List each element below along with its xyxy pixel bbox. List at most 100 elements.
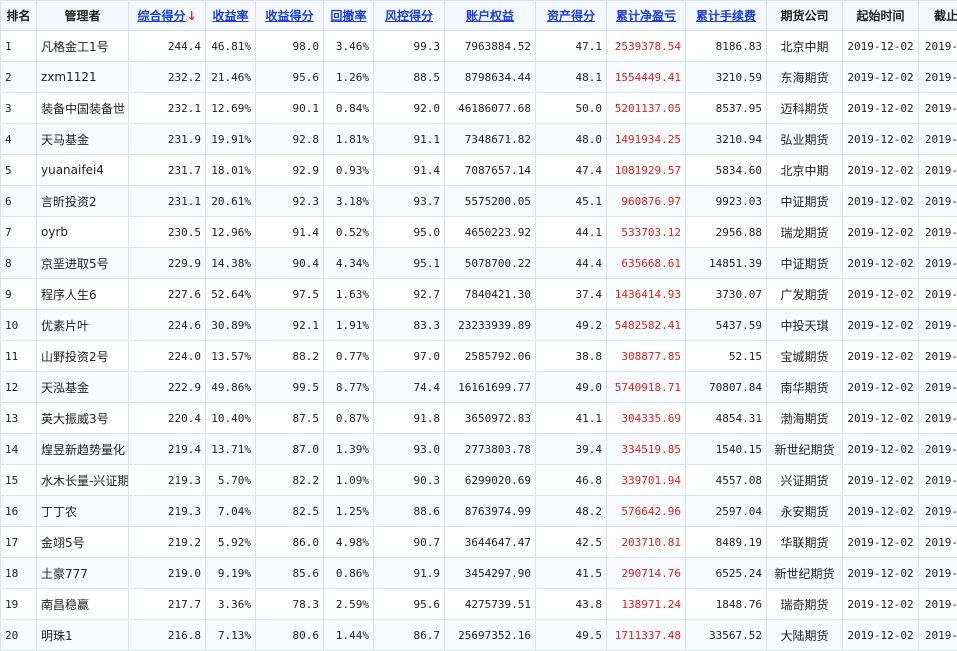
cell-start: 2019-12-02	[843, 310, 919, 341]
cell-asset-score: 43.8	[536, 589, 607, 620]
cell-equity: 6299020.69	[445, 465, 536, 496]
header-asset-score[interactable]: 资产得分	[536, 1, 607, 31]
cell-drawdown: 0.52%	[324, 217, 374, 248]
header-cum-fee[interactable]: 累计手续费	[686, 1, 767, 31]
cell-return-rate: 30.89%	[206, 310, 256, 341]
cell-drawdown: 2.59%	[324, 589, 374, 620]
cell-broker: 大陆期货	[767, 620, 843, 651]
cell-cum-pnl: 5482582.41	[607, 310, 686, 341]
cell-return-score: 82.5	[256, 496, 324, 527]
table-body: 1凡格金工1号244.446.81%98.03.46%99.37963884.5…	[1, 31, 957, 651]
cell-equity: 4275739.51	[445, 589, 536, 620]
table-row: 8京垩进取5号229.914.38%90.44.34%95.15078700.2…	[1, 248, 957, 279]
cell-equity: 3644647.47	[445, 527, 536, 558]
sort-desc-icon: ↓	[186, 9, 196, 23]
header-broker: 期货公司	[767, 1, 843, 31]
cell-rank: 11	[1, 341, 37, 372]
cell-return-score: 95.6	[256, 62, 324, 93]
cell-rank: 13	[1, 403, 37, 434]
cell-start: 2019-12-02	[843, 93, 919, 124]
sort-equity-link[interactable]: 账户权益	[466, 9, 514, 23]
cell-cum-fee: 14851.39	[686, 248, 767, 279]
cell-end: 2019-12-19	[919, 558, 957, 589]
cell-cum-pnl: 635668.61	[607, 248, 686, 279]
cell-drawdown: 0.87%	[324, 403, 374, 434]
sort-return-rate-link[interactable]: 收益率	[212, 9, 248, 23]
cell-equity: 8798634.44	[445, 62, 536, 93]
cell-end: 2019-12-19	[919, 279, 957, 310]
cell-broker: 中证期货	[767, 186, 843, 217]
cell-risk-score: 91.1	[374, 124, 445, 155]
sort-asset-score-link[interactable]: 资产得分	[547, 9, 595, 23]
cell-start: 2019-12-02	[843, 62, 919, 93]
cell-equity: 25697352.16	[445, 620, 536, 651]
table-row: 13英大振威3号220.410.40%87.50.87%91.83650972.…	[1, 403, 957, 434]
cell-risk-score: 92.0	[374, 93, 445, 124]
cell-start: 2019-12-02	[843, 217, 919, 248]
cell-total-score: 219.0	[129, 558, 206, 589]
table-row: 20明珠1216.87.13%80.61.44%86.725697352.164…	[1, 620, 957, 651]
cell-rank: 12	[1, 372, 37, 403]
cell-asset-score: 37.4	[536, 279, 607, 310]
sort-risk-score-link[interactable]: 风控得分	[385, 9, 433, 23]
header-equity[interactable]: 账户权益	[445, 1, 536, 31]
cell-return-score: 90.4	[256, 248, 324, 279]
cell-drawdown: 1.25%	[324, 496, 374, 527]
sort-total-score-link[interactable]: 综合得分	[137, 9, 185, 23]
cell-drawdown: 1.91%	[324, 310, 374, 341]
cell-return-rate: 3.36%	[206, 589, 256, 620]
header-risk-score[interactable]: 风控得分	[374, 1, 445, 31]
cell-total-score: 220.4	[129, 403, 206, 434]
sort-cum-pnl-link[interactable]: 累计净盈亏	[616, 9, 676, 23]
cell-return-score: 88.2	[256, 341, 324, 372]
cell-asset-score: 44.4	[536, 248, 607, 279]
sort-cum-fee-link[interactable]: 累计手续费	[696, 9, 756, 23]
cell-cum-fee: 1848.76	[686, 589, 767, 620]
sort-return-score-link[interactable]: 收益得分	[265, 9, 313, 23]
cell-cum-fee: 33567.52	[686, 620, 767, 651]
cell-cum-pnl: 533703.12	[607, 217, 686, 248]
header-return-rate[interactable]: 收益率	[206, 1, 256, 31]
cell-return-score: 87.0	[256, 434, 324, 465]
cell-asset-score: 44.1	[536, 217, 607, 248]
cell-rank: 3	[1, 93, 37, 124]
header-cum-pnl[interactable]: 累计净盈亏	[607, 1, 686, 31]
cell-cum-fee: 3730.07	[686, 279, 767, 310]
cell-total-score: 224.0	[129, 341, 206, 372]
cell-start: 2019-12-02	[843, 186, 919, 217]
cell-rank: 18	[1, 558, 37, 589]
cell-end: 2019-12-19	[919, 62, 957, 93]
cell-asset-score: 41.5	[536, 558, 607, 589]
header-return-score[interactable]: 收益得分	[256, 1, 324, 31]
cell-drawdown: 0.77%	[324, 341, 374, 372]
sort-drawdown-link[interactable]: 回撤率	[330, 9, 366, 23]
cell-risk-score: 99.3	[374, 31, 445, 62]
cell-total-score: 232.2	[129, 62, 206, 93]
table-row: 5yuanaifei4231.718.01%92.90.93%91.470876…	[1, 155, 957, 186]
cell-return-score: 80.6	[256, 620, 324, 651]
cell-total-score: 219.3	[129, 465, 206, 496]
cell-drawdown: 1.81%	[324, 124, 374, 155]
cell-broker: 迈科期货	[767, 93, 843, 124]
cell-manager: 金翊5号	[37, 527, 129, 558]
cell-return-score: 78.3	[256, 589, 324, 620]
header-drawdown[interactable]: 回撤率	[324, 1, 374, 31]
cell-end: 2019-12-19	[919, 372, 957, 403]
cell-cum-pnl: 1436414.93	[607, 279, 686, 310]
cell-broker: 永安期货	[767, 496, 843, 527]
cell-manager: 明珠1	[37, 620, 129, 651]
header-total-score[interactable]: 综合得分↓	[129, 1, 206, 31]
cell-asset-score: 49.0	[536, 372, 607, 403]
cell-return-score: 92.3	[256, 186, 324, 217]
cell-broker: 宝城期货	[767, 341, 843, 372]
cell-return-rate: 13.57%	[206, 341, 256, 372]
cell-end: 2019-12-19	[919, 527, 957, 558]
cell-equity: 7840421.30	[445, 279, 536, 310]
cell-equity: 23233939.89	[445, 310, 536, 341]
cell-end: 2019-12-19	[919, 186, 957, 217]
cell-end: 2019-12-19	[919, 589, 957, 620]
cell-total-score: 217.7	[129, 589, 206, 620]
cell-risk-score: 93.7	[374, 186, 445, 217]
table-row: 14煌昱新趋势量化219.413.71%87.01.39%93.02773803…	[1, 434, 957, 465]
cell-end: 2019-12-19	[919, 620, 957, 651]
